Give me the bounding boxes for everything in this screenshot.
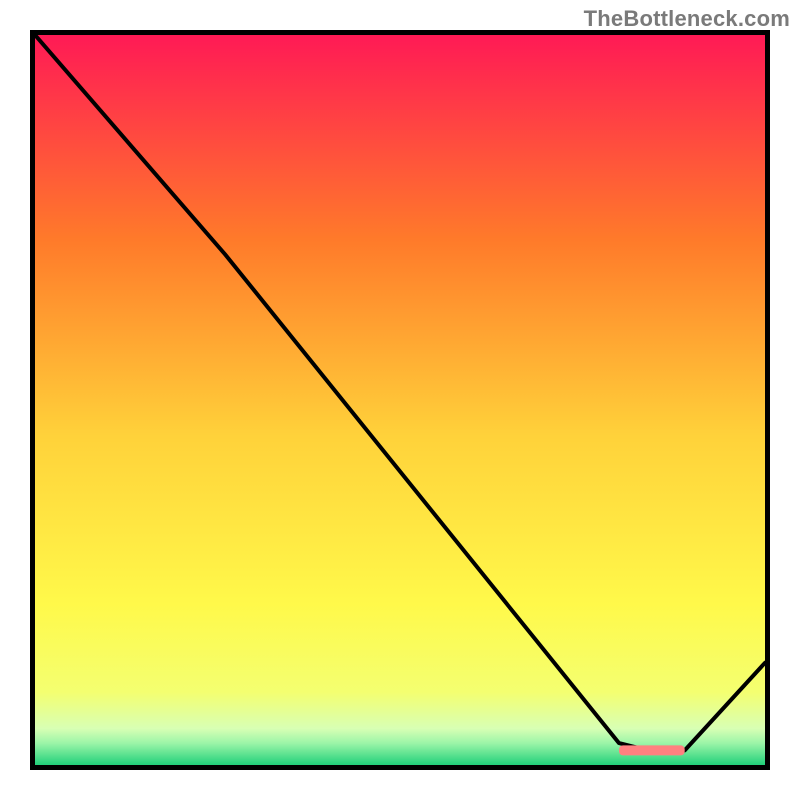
plot-area	[30, 30, 770, 770]
gradient-background	[35, 35, 765, 765]
optimum-marker	[619, 745, 685, 755]
attribution-text: TheBottleneck.com	[584, 6, 790, 32]
chart-svg	[35, 35, 765, 765]
chart-container: TheBottleneck.com	[0, 0, 800, 800]
